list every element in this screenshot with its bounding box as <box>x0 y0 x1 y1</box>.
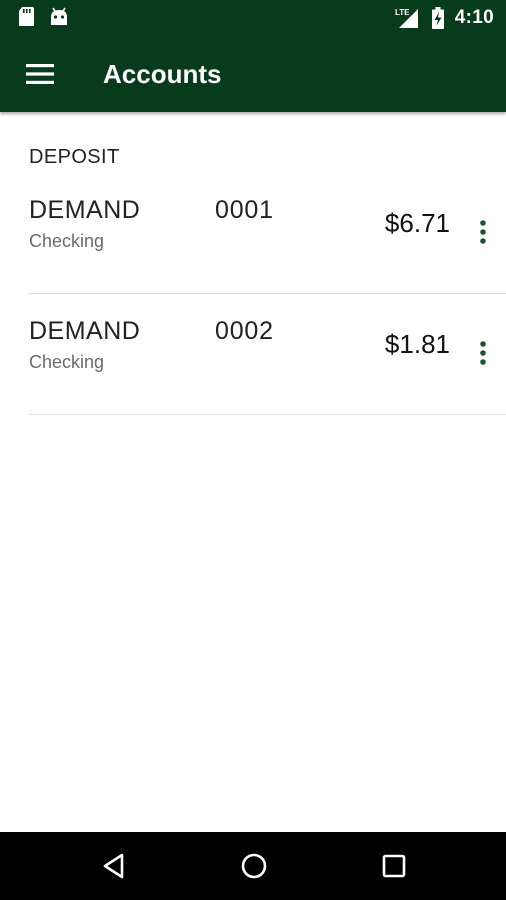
account-name: DEMAND <box>29 196 141 224</box>
android-icon <box>51 7 67 25</box>
status-bar: LTE 4:10 <box>0 0 506 36</box>
battery-charging-icon <box>431 7 444 29</box>
account-balance: $1.81 <box>384 329 450 359</box>
account-row-0002[interactable]: DEMAND Checking 0002 $1.81 <box>0 294 506 415</box>
row-divider <box>29 414 506 415</box>
status-system-icons: LTE 4:10 <box>395 0 494 36</box>
account-name: DEMAND <box>29 317 141 345</box>
more-options-icon[interactable] <box>471 215 495 251</box>
account-number: 0001 <box>215 196 274 224</box>
svg-text:LTE: LTE <box>395 8 410 17</box>
status-time: 4:10 <box>454 7 494 28</box>
hamburger-menu-icon[interactable] <box>26 63 54 85</box>
lte-signal-icon: LTE <box>395 8 418 28</box>
account-type: Checking <box>29 352 105 372</box>
app-bar: Accounts <box>0 36 506 112</box>
system-nav-bar <box>0 832 506 900</box>
back-icon[interactable] <box>98 850 130 882</box>
account-balance: $6.71 <box>384 208 450 238</box>
screen: LTE 4:10 Accounts DEPOSIT DEMAND Checkin… <box>0 0 506 900</box>
more-options-icon[interactable] <box>471 336 495 372</box>
account-type: Checking <box>29 231 105 251</box>
page-title: Accounts <box>103 59 222 89</box>
recents-icon[interactable] <box>378 850 410 882</box>
status-notification-icons <box>18 6 69 27</box>
home-icon[interactable] <box>238 850 270 882</box>
account-number: 0002 <box>215 317 274 345</box>
account-row-0001[interactable]: DEMAND Checking 0001 $6.71 <box>0 173 506 294</box>
section-header-deposit: DEPOSIT <box>29 146 120 168</box>
sd-card-icon <box>19 7 34 26</box>
